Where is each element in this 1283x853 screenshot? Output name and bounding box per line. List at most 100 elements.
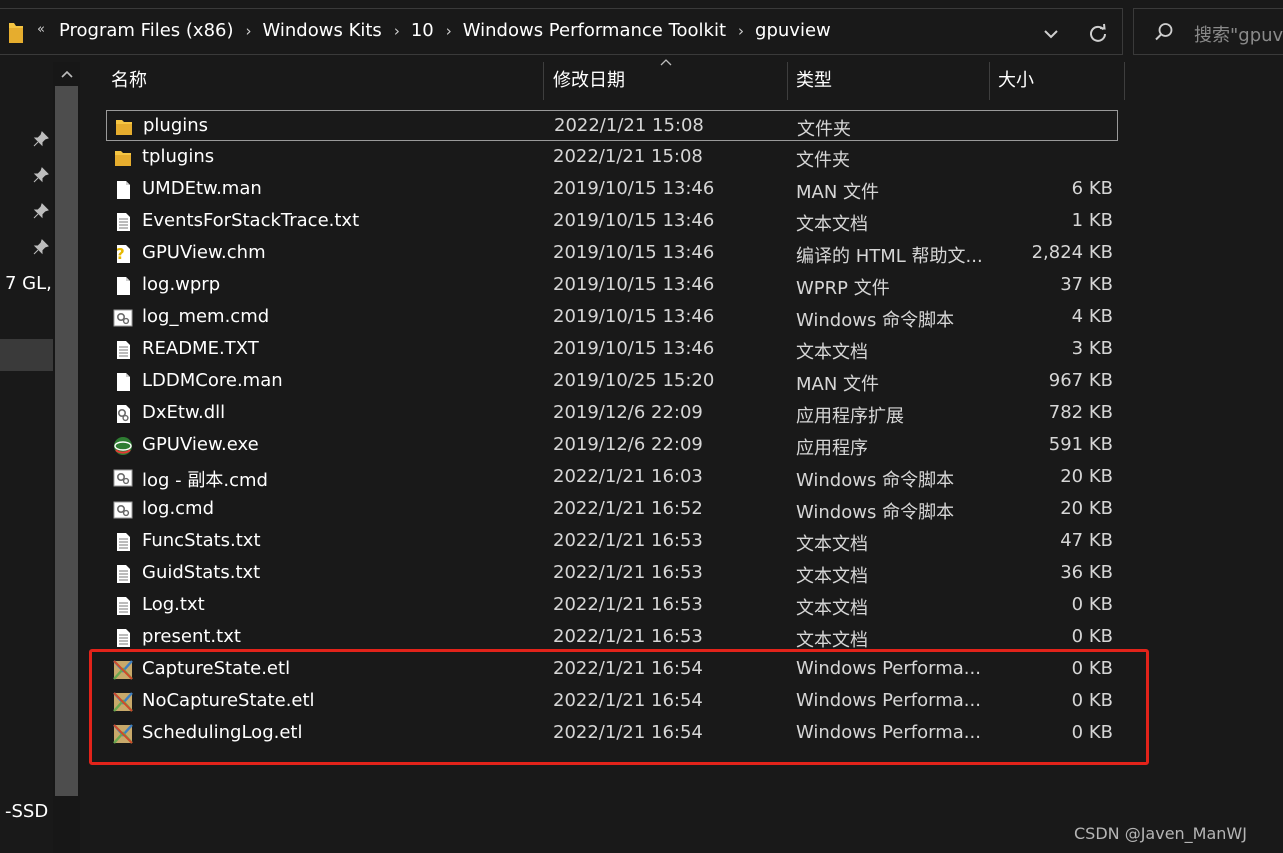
- file-row[interactable]: UMDEtw.man 2019/10/15 13:46 MAN 文件 6 KB: [106, 174, 1118, 206]
- file-name[interactable]: log - 副本.cmd: [142, 466, 268, 492]
- breadcrumb-separator[interactable]: ›: [446, 22, 452, 40]
- file-row[interactable]: log - 副本.cmd 2022/1/21 16:03 Windows 命令脚本 2…: [106, 462, 1118, 494]
- breadcrumb-separator[interactable]: ›: [738, 22, 744, 40]
- file-row[interactable]: EventsForStackTrace.txt 2019/10/15 13:46 文…: [106, 206, 1118, 238]
- file-row[interactable]: FuncStats.txt 2022/1/21 16:53 文本文档 47 KB: [106, 526, 1118, 558]
- text-file-icon: [113, 596, 133, 616]
- column-divider[interactable]: [989, 62, 990, 100]
- file-size: 3 KB: [1071, 338, 1113, 359]
- breadcrumb-overflow[interactable]: «: [37, 22, 45, 37]
- file-name[interactable]: UMDEtw.man: [142, 178, 262, 199]
- file-type: 文件夹: [797, 119, 851, 140]
- file-row[interactable]: log.wprp 2019/10/15 13:46 WPRP 文件 37 KB: [106, 270, 1118, 302]
- etl-trace-icon: [113, 724, 133, 744]
- file-row[interactable]: present.txt 2022/1/21 16:53 文本文档 0 KB: [106, 622, 1118, 654]
- column-divider[interactable]: [1124, 62, 1125, 100]
- column-divider[interactable]: [543, 62, 544, 100]
- blank-file-icon: [113, 372, 133, 392]
- search-box[interactable]: 搜索"gpuview": [1133, 8, 1283, 55]
- blank-file-icon: [113, 276, 133, 296]
- file-name[interactable]: FuncStats.txt: [142, 530, 261, 551]
- breadcrumb-gpuview[interactable]: gpuview: [755, 20, 831, 41]
- column-header-name[interactable]: 名称: [105, 62, 543, 100]
- address-bar[interactable]: « Program Files (x86) › Windows Kits › 1…: [0, 8, 1123, 55]
- column-header-type[interactable]: 类型: [790, 62, 990, 100]
- column-header-date[interactable]: 修改日期: [547, 62, 787, 100]
- file-date-modified: 2022/1/21 16:54: [553, 658, 703, 679]
- breadcrumb-separator[interactable]: ›: [394, 22, 400, 40]
- column-header-size[interactable]: 大小: [992, 62, 1125, 100]
- file-name[interactable]: LDDMCore.man: [142, 370, 283, 391]
- file-date-modified: 2019/12/6 22:09: [553, 402, 703, 423]
- file-row[interactable]: LDDMCore.man 2019/10/25 15:20 MAN 文件 967 KB: [106, 366, 1118, 398]
- file-row[interactable]: NoCaptureState.etl 2022/1/21 16:54 Windows…: [106, 686, 1118, 718]
- file-row[interactable]: log_mem.cmd 2019/10/15 13:46 Windows 命令脚本 4…: [106, 302, 1118, 334]
- file-name[interactable]: log_mem.cmd: [142, 306, 269, 327]
- file-date-modified: 2022/1/21 16:53: [553, 562, 703, 583]
- nav-scrollbar-thumb[interactable]: [55, 86, 78, 796]
- file-size: 0 KB: [1071, 722, 1113, 743]
- file-date-modified: 2022/1/21 16:52: [553, 498, 703, 519]
- file-date-modified: 2019/10/15 13:46: [553, 306, 715, 327]
- file-row[interactable]: CaptureState.etl 2022/1/21 16:54 Windows P…: [106, 654, 1118, 686]
- file-row[interactable]: SchedulingLog.etl 2022/1/21 16:54 Windows …: [106, 718, 1118, 750]
- file-row[interactable]: GPUView.exe 2019/12/6 22:09 应用程序 591 KB: [106, 430, 1118, 462]
- file-name[interactable]: NoCaptureState.etl: [142, 690, 315, 711]
- file-name[interactable]: GPUView.chm: [142, 242, 266, 263]
- text-file-icon: [113, 564, 133, 584]
- scroll-up-icon[interactable]: [58, 66, 76, 82]
- file-name[interactable]: log.cmd: [142, 498, 214, 519]
- text-file-icon: [113, 628, 133, 648]
- file-name[interactable]: CaptureState.etl: [142, 658, 290, 679]
- file-size: 37 KB: [1060, 274, 1113, 295]
- file-name[interactable]: EventsForStackTrace.txt: [142, 210, 359, 231]
- file-type: Windows Performa...: [796, 722, 981, 743]
- breadcrumb-windows-kits[interactable]: Windows Kits: [263, 20, 382, 41]
- file-size: 6 KB: [1071, 178, 1113, 199]
- file-name[interactable]: log.wprp: [142, 274, 220, 295]
- file-row[interactable]: DxEtw.dll 2019/12/6 22:09 应用程序扩展 782 KB: [106, 398, 1118, 430]
- column-divider[interactable]: [787, 62, 788, 100]
- breadcrumb-separator[interactable]: ›: [246, 22, 252, 40]
- file-row-focused[interactable]: plugins 2022/1/21 15:08 文件夹: [106, 110, 1118, 141]
- file-name[interactable]: GuidStats.txt: [142, 562, 260, 583]
- file-name[interactable]: tplugins: [142, 146, 214, 167]
- file-size: 782 KB: [1048, 402, 1113, 423]
- file-date-modified: 2019/12/6 22:09: [553, 434, 703, 455]
- file-size: 0 KB: [1071, 626, 1113, 647]
- file-type: WPRP 文件: [796, 278, 890, 299]
- cmd-script-icon: [113, 468, 133, 488]
- breadcrumb-10[interactable]: 10: [411, 20, 434, 41]
- file-type: Windows 命令脚本: [796, 470, 955, 491]
- file-row[interactable]: GuidStats.txt 2022/1/21 16:53 文本文档 36 KB: [106, 558, 1118, 590]
- file-size: 36 KB: [1060, 562, 1113, 583]
- file-name[interactable]: GPUView.exe: [142, 434, 259, 455]
- file-type: 文本文档: [796, 534, 868, 555]
- file-date-modified: 2022/1/21 16:54: [553, 690, 703, 711]
- folder-icon: [9, 23, 23, 43]
- file-row[interactable]: log.cmd 2022/1/21 16:52 Windows 命令脚本 20 KB: [106, 494, 1118, 526]
- file-name[interactable]: README.TXT: [142, 338, 259, 359]
- nav-selected-item[interactable]: [0, 339, 53, 371]
- file-name[interactable]: DxEtw.dll: [142, 402, 225, 423]
- breadcrumb-program-files[interactable]: Program Files (x86): [59, 20, 234, 41]
- nav-item-label[interactable]: 7 GL,: [5, 273, 52, 294]
- refresh-icon[interactable]: [1087, 23, 1109, 45]
- search-icon: [1155, 23, 1173, 41]
- file-row[interactable]: README.TXT 2019/10/15 13:46 文本文档 3 KB: [106, 334, 1118, 366]
- file-row[interactable]: Log.txt 2022/1/21 16:53 文本文档 0 KB: [106, 590, 1118, 622]
- file-type: 文本文档: [796, 342, 868, 363]
- file-row[interactable]: tplugins 2022/1/21 15:08 文件夹: [106, 142, 1118, 174]
- chevron-down-icon[interactable]: [1040, 23, 1062, 45]
- file-name[interactable]: Log.txt: [142, 594, 205, 615]
- file-name[interactable]: present.txt: [142, 626, 241, 647]
- file-row[interactable]: ? GPUView.chm 2019/10/15 13:46 编译的 HTML 帮助文…: [106, 238, 1118, 270]
- file-date-modified: 2019/10/25 15:20: [553, 370, 715, 391]
- file-name[interactable]: plugins: [143, 115, 208, 136]
- search-input[interactable]: 搜索"gpuview": [1194, 21, 1283, 47]
- file-name[interactable]: SchedulingLog.etl: [142, 722, 302, 743]
- file-type: 应用程序扩展: [796, 406, 904, 427]
- svg-text:?: ?: [116, 245, 125, 263]
- breadcrumb-windows-performance-toolkit[interactable]: Windows Performance Toolkit: [463, 20, 726, 41]
- text-file-icon: [113, 340, 133, 360]
